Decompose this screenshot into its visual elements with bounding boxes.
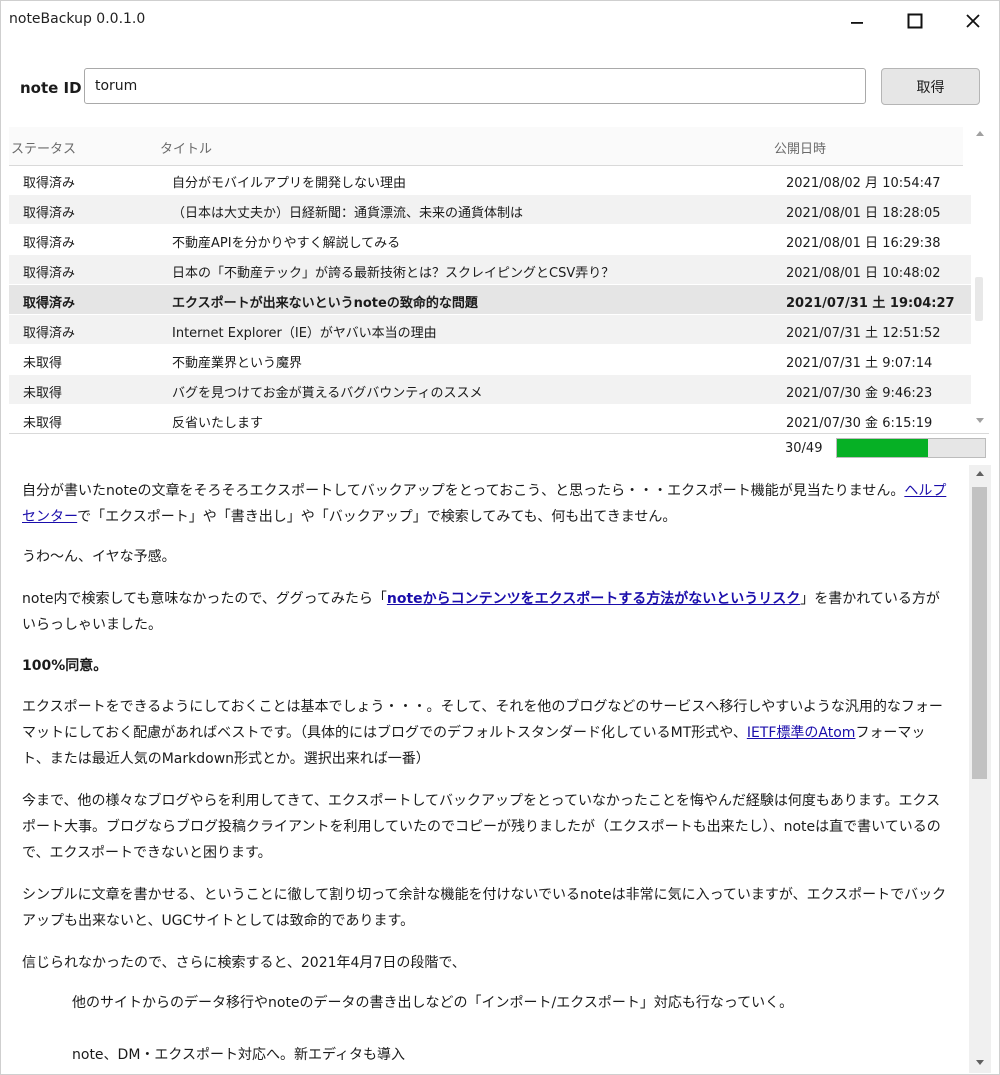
status-bar: 30/49 [9,433,989,464]
column-header-date[interactable]: 公開日時 [774,138,826,157]
row-title: 日本の「不動産テック」が誇る最新技術とは？スクレイピングとCSV弄り？ [172,266,615,281]
row-date: 2021/08/01 日 16:29:38 [786,236,941,251]
export-risk-link[interactable]: noteからコンテンツをエクスポートする方法がないというリスク [387,591,800,607]
text: で「エクスポート」や「書き出し」や「バックアップ」で検索してみても、何も出てきま… [77,509,677,525]
column-header-title[interactable]: タイトル [160,138,212,157]
row-status: 取得済み [23,326,76,341]
scroll-down-arrow-icon[interactable] [976,1060,984,1065]
paragraph: エクスポートをできるようにしておくことは基本でしょう・・・。そして、それを他のブ… [22,694,952,772]
row-status: 取得済み [23,296,76,311]
paragraph: 信じられなかったので、さらに検索すると、2021年4月7日の段階で、 [22,955,466,971]
row-title: 不動産業界という魔界 [172,356,303,371]
text: 自分が書いたnoteの文章をそろそろエクスポートしてバックアップをとっておこう、… [22,483,905,499]
note-id-label: note ID [20,79,82,97]
row-title: （日本は大丈夫か）日経新聞：通貨漂流、未来の通貨体制は [172,206,524,221]
list-row[interactable]: 取得済み Internet Explorer（IE）がヤバい本当の理由 2021… [9,315,971,344]
list-row[interactable]: 取得済み （日本は大丈夫か）日経新聞：通貨漂流、未来の通貨体制は 2021/08… [9,195,971,224]
list-row[interactable]: 未取得 反省いたします 2021/07/30 金 6:15:19 [9,405,971,431]
title-bar[interactable]: noteBackup 0.0.1.0 [1,1,999,41]
list-row[interactable]: 未取得 不動産業界という魔界 2021/07/31 土 9:07:14 [9,345,971,374]
row-date: 2021/08/01 日 10:48:02 [786,266,941,281]
paragraph: うわ〜ん、イヤな予感。 [22,549,176,565]
row-date: 2021/07/31 土 12:51:52 [786,326,941,341]
row-status: 取得済み [23,176,76,191]
blockquote: note、DM・エクスポート対応へ。新エディタも導入 [72,1047,405,1063]
scroll-down-arrow-icon[interactable] [976,418,984,423]
row-title: 不動産APIを分かりやすく解説してみる [172,236,401,251]
article-preview: 自分が書いたnoteの文章をそろそろエクスポートしてバックアップをとっておこう、… [9,465,969,1073]
ietf-atom-link[interactable]: IETF標準のAtom [747,725,856,741]
progress-bar-fill [837,439,928,457]
row-date: 2021/07/30 金 6:15:19 [786,416,933,431]
row-date: 2021/07/31 土 19:04:27 [786,296,955,311]
list-scrollbar[interactable] [971,127,989,433]
list-row[interactable]: 取得済み 日本の「不動産テック」が誇る最新技術とは？スクレイピングとCSV弄り？… [9,255,971,284]
row-title: 反省いたします [172,416,264,431]
row-status: 未取得 [23,356,63,371]
list-scroll-thumb[interactable] [975,277,983,321]
column-header-status[interactable]: ステータス [11,138,76,157]
paragraph: 今まで、他の様々なブログやらを利用してきて、エクスポートしてバックアップをとって… [22,793,941,861]
minimize-icon [851,22,863,24]
article-scroll-thumb[interactable] [972,487,987,779]
list-row[interactable]: 取得済み 自分がモバイルアプリを開発しない理由 2021/08/02 月 10:… [9,165,971,194]
close-icon [966,14,980,28]
row-title: エクスポートが出来ないというnoteの致命的な問題 [172,296,478,311]
scroll-up-arrow-icon[interactable] [976,131,984,136]
paragraph-bold: 100%同意。 [22,658,108,674]
note-id-input[interactable] [84,68,866,104]
app-window: noteBackup 0.0.1.0 note ID 取得 ステータス タイトル… [0,0,1000,1075]
minimize-button[interactable] [829,1,885,41]
maximize-button[interactable] [887,1,943,41]
list-row[interactable]: 未取得 バグを見つけてお金が貰えるバグバウンティのススメ 2021/07/30 … [9,375,971,404]
article-list[interactable]: ステータス タイトル 公開日時 取得済み 自分がモバイルアプリを開発しない理由 … [9,127,989,433]
list-rows: 取得済み 自分がモバイルアプリを開発しない理由 2021/08/02 月 10:… [9,165,971,431]
list-row-selected[interactable]: 取得済み エクスポートが出来ないというnoteの致命的な問題 2021/07/3… [9,285,971,314]
progress-count: 30/49 [785,441,823,456]
row-status: 未取得 [23,386,63,401]
row-title: バグを見つけてお金が貰えるバグバウンティのススメ [172,386,483,401]
list-row[interactable]: 取得済み 不動産APIを分かりやすく解説してみる 2021/08/01 日 16… [9,225,971,254]
window-title: noteBackup 0.0.1.0 [9,11,146,27]
row-title: Internet Explorer（IE）がヤバい本当の理由 [172,326,437,341]
row-title: 自分がモバイルアプリを開発しない理由 [172,176,407,191]
text: note内で検索しても意味なかったので、ググってみたら「 [22,591,387,607]
row-status: 取得済み [23,266,76,281]
paragraph: 自分が書いたnoteの文章をそろそろエクスポートしてバックアップをとっておこう、… [22,478,952,530]
row-status: 取得済み [23,206,76,221]
row-status: 未取得 [23,416,63,431]
close-button[interactable] [945,1,999,41]
scroll-up-arrow-icon[interactable] [976,471,984,476]
row-date: 2021/08/01 日 18:28:05 [786,206,941,221]
fetch-button[interactable]: 取得 [881,68,980,105]
list-header: ステータス タイトル 公開日時 [9,127,963,166]
row-date: 2021/07/31 土 9:07:14 [786,356,933,371]
blockquote: 他のサイトからのデータ移行やnoteのデータの書き出しなどの「インポート/エクス… [72,995,794,1011]
paragraph: シンプルに文章を書かせる、ということに徹して割り切って余計な機能を付けないでいる… [22,887,947,929]
row-date: 2021/07/30 金 9:46:23 [786,386,933,401]
article-scrollbar[interactable] [969,465,991,1073]
maximize-icon [907,13,923,29]
row-status: 取得済み [23,236,76,251]
row-date: 2021/08/02 月 10:54:47 [786,176,941,191]
paragraph: note内で検索しても意味なかったので、ググってみたら「noteからコンテンツを… [22,586,952,638]
progress-bar [836,438,986,458]
